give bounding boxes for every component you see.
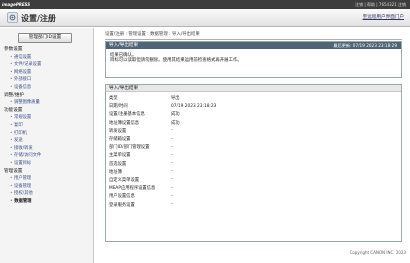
sidebar-item[interactable]: 复印 <box>4 122 92 130</box>
result-panel-header: 导入/导出结果 最后更新: 07/19 2023 23:18:29 <box>106 42 401 49</box>
sidebar-category: 参数设置 <box>4 47 23 52</box>
portal-link[interactable]: 至远程用户界面门户 <box>363 14 404 20</box>
row-value: - <box>171 177 173 183</box>
table-row: 登录服务设置 - <box>106 200 401 208</box>
row-label: 部门ID/部门管理设置 <box>109 145 150 151</box>
result-panel-title: 导入/导出结果 <box>109 43 139 48</box>
sidebar-item[interactable]: 网络设置 <box>4 69 92 77</box>
sidebar-nav: 参数设置通信设置文件/记录设置网络设置外部接口设备信息调整/维护调整图像质量功能… <box>4 46 92 205</box>
row-value: 07/19 2023 23:18:23 <box>171 103 217 109</box>
row-label: 用户设置信息 <box>109 194 135 200</box>
row-label: 主菜单设置 <box>109 153 131 159</box>
breadcrumb[interactable]: 设置/注册 : 管理设置 : 数据管理 : 导入/导出结果 <box>105 31 200 37</box>
table-row: 存储箱设置 - <box>106 135 401 143</box>
divider <box>105 39 402 40</box>
table-row: 地址簿 - <box>106 168 401 176</box>
row-value: 成功 <box>171 112 180 118</box>
table-row: 主菜单设置 - <box>106 151 401 159</box>
result-panel: 导入/导出结果 最后更新: 07/19 2023 23:18:29 结果已确认。… <box>105 41 402 78</box>
sidebar-item[interactable]: 打印机 <box>4 130 92 138</box>
sidebar-item[interactable]: 授权/其他 <box>4 190 92 198</box>
sidebar-item[interactable]: 常规设置 <box>4 114 92 122</box>
row-value: - <box>171 185 173 191</box>
copyright: Copyright CANON INC. 2023 <box>349 250 406 255</box>
sidebar-item[interactable]: 存储/访问文件 <box>4 152 92 160</box>
row-value: 导出 <box>171 96 180 102</box>
sidebar: 管理部门ID设置 参数设置通信设置文件/记录设置网络设置外部接口设备信息调整/维… <box>0 28 94 263</box>
table-row: 地址簿设置信息 成功 <box>106 119 401 127</box>
result-table: 类型 导出 日期/时间 07/19 2023 23:18:23 设置/注册基本信息 成功地… <box>106 94 401 209</box>
sidebar-item[interactable]: 外部接口 <box>4 76 92 84</box>
department-id-button[interactable]: 管理部门ID设置 <box>18 33 72 43</box>
row-value: - <box>171 161 173 167</box>
sidebar-item[interactable]: 发送 <box>4 137 92 145</box>
row-value: 成功 <box>171 120 180 126</box>
row-value: - <box>171 169 173 175</box>
sidebar-item[interactable]: 设置目标 <box>4 160 92 168</box>
table-row: MEAP应用程序设置信息 - <box>106 184 401 192</box>
sidebar-category: 管理设置 <box>4 168 23 174</box>
sidebar-item[interactable]: 设备管理 <box>4 183 92 191</box>
result-list-panel: 导入/导出结果 类型 导出 日期/时间 07/19 2023 23:18:23 设置/注… <box>105 84 402 242</box>
table-row: 日期/时间 07/19 2023 23:18:23 <box>106 102 401 110</box>
row-value: - <box>171 136 173 142</box>
row-value: - <box>171 202 173 208</box>
row-value: - <box>171 193 173 199</box>
user-links[interactable]: 注销 | 帮助 | 7654321 注销 <box>355 2 406 8</box>
table-row: 部门ID/部门管理设置 - <box>106 143 401 151</box>
row-label: 地址簿设置信息 <box>109 120 140 126</box>
row-label: MEAP应用程序设置信息 <box>109 186 156 192</box>
row-label: 自定义菜单设置 <box>109 177 140 183</box>
result-list-header: 导入/导出结果 <box>106 85 401 92</box>
table-row: 转发设置 - <box>106 127 401 135</box>
sidebar-category: 调整/维护 <box>4 92 24 98</box>
page-title: 设置/注册 <box>21 14 56 23</box>
row-value: - <box>171 144 173 150</box>
page-header: 设置/注册 至远程用户界面门户 <box>0 9 410 27</box>
table-row: 自定义菜单设置 - <box>106 176 401 184</box>
row-label: 首选设置 <box>109 161 127 167</box>
row-value: - <box>171 152 173 158</box>
sidebar-item[interactable]: 设备信息 <box>4 84 92 92</box>
sidebar-item[interactable]: 用户管理 <box>4 175 92 183</box>
brand-logo: imagePRESS <box>2 2 31 7</box>
sidebar-item[interactable]: 调整图像质量 <box>4 99 92 107</box>
sidebar-item[interactable]: 接收/转发 <box>4 145 92 153</box>
row-label: 日期/时间 <box>109 104 128 110</box>
row-label: 设置/注册基本信息 <box>109 112 145 118</box>
row-label: 登录服务设置 <box>109 202 135 208</box>
sidebar-category: 功能设置 <box>4 107 23 113</box>
sidebar-item[interactable]: 通信设置 <box>4 54 92 62</box>
sidebar-item[interactable]: 数据管理 <box>4 198 92 206</box>
main-content: 设置/注册 : 管理设置 : 数据管理 : 导入/导出结果 导入/导出结果 最后… <box>95 28 410 263</box>
row-label: 转发设置 <box>109 128 127 134</box>
result-panel-body: 结果已确认。 目标可以读取但请勿删除。使用其结果运用前检查格式再开展工作。 <box>106 49 401 68</box>
settings-icon <box>7 12 18 23</box>
table-row: 用户设置信息 - <box>106 192 401 200</box>
row-label: 地址簿 <box>109 169 122 175</box>
sidebar-item[interactable]: 文件/记录设置 <box>4 61 92 69</box>
row-label: 类型 <box>109 96 118 102</box>
table-row: 首选设置 - <box>106 160 401 168</box>
row-value: - <box>171 128 173 134</box>
table-row: 类型 导出 <box>106 94 401 102</box>
result-message-2: 目标可以读取但请勿删除。使用其结果运用前检查格式再开展工作。 <box>110 58 242 64</box>
row-label: 存储箱设置 <box>109 137 131 143</box>
table-row: 设置/注册基本信息 成功 <box>106 110 401 118</box>
top-bar: imagePRESS 注销 | 帮助 | 7654321 注销 <box>0 0 410 9</box>
last-updated: 最后更新: 07/19 2023 23:18:29 <box>333 43 397 48</box>
